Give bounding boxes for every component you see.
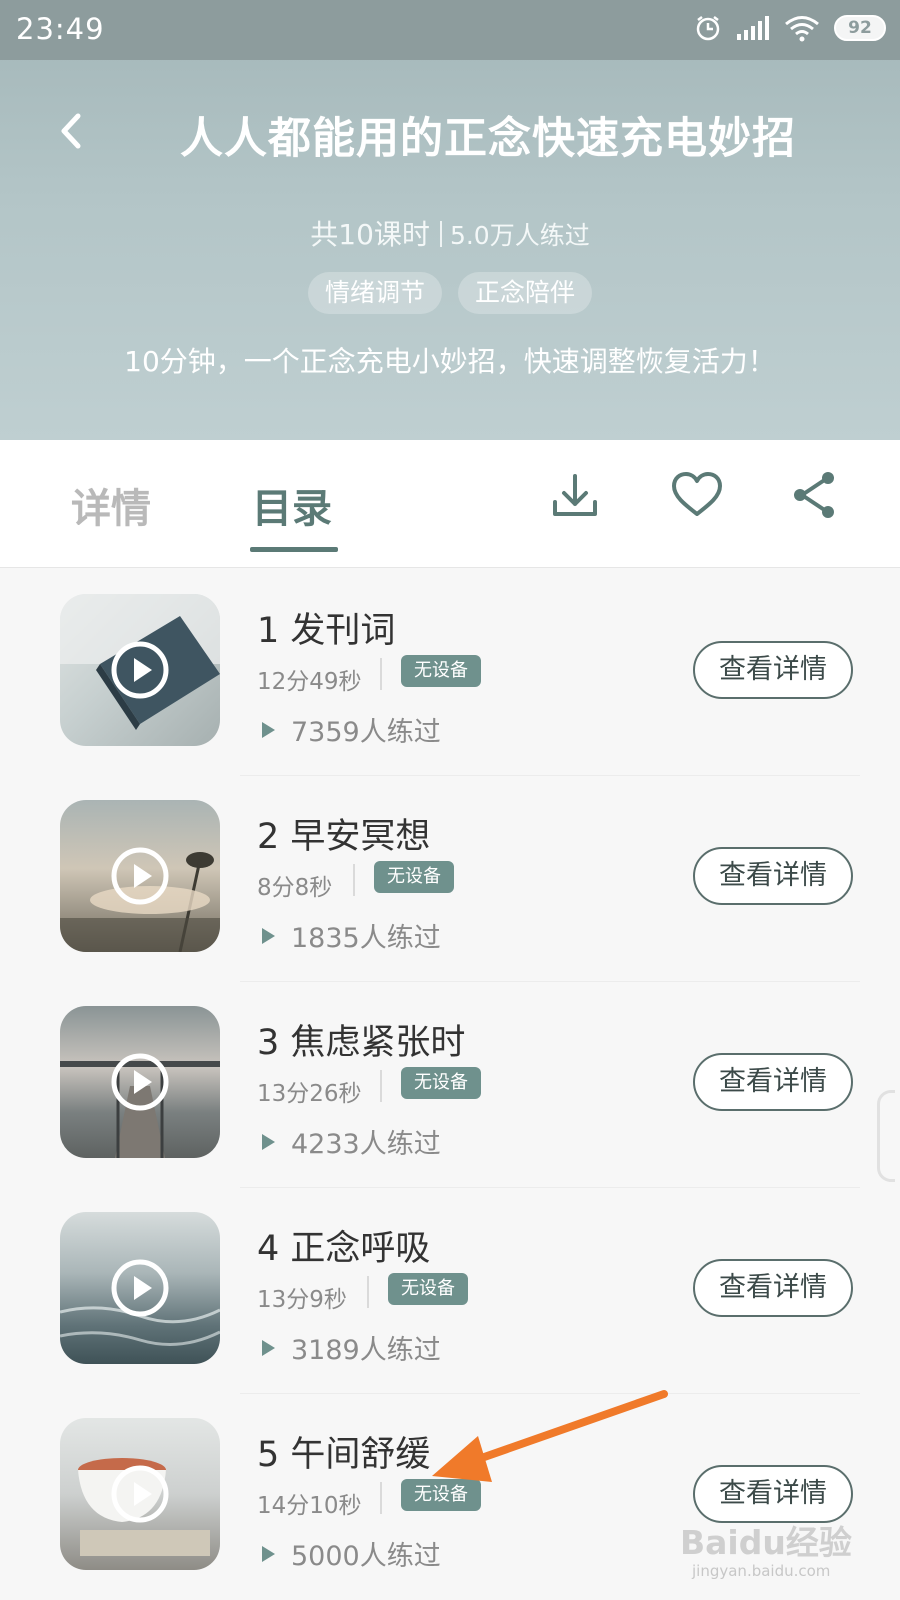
watermark-logo: Baidu经验 (680, 1523, 852, 1562)
tab-catalog[interactable]: 目录 (252, 476, 332, 534)
alarm-icon (696, 16, 720, 41)
meta-divider (353, 864, 355, 896)
lesson-title: 3 焦虑紧张时 (257, 1023, 466, 1063)
lesson-thumbnail[interactable] (60, 594, 220, 746)
back-arrow-icon[interactable] (52, 106, 92, 156)
status-time: 23:49 (16, 12, 105, 46)
lesson-thumbnail[interactable] (60, 1212, 220, 1364)
lesson-item[interactable]: 3 焦虑紧张时 13分26秒 无设备 4233人练过 查看详情 (0, 982, 900, 1188)
course-meta: 共10课时 5.0万人练过 (0, 213, 900, 253)
equipment-badge: 无设备 (401, 1479, 481, 1511)
meta-divider (380, 1482, 382, 1514)
lesson-title: 4 正念呼吸 (257, 1229, 431, 1269)
practice-count: 7359人练过 (262, 710, 441, 749)
view-details-button[interactable]: 查看详情 (693, 1259, 853, 1317)
share-icon[interactable] (788, 468, 842, 522)
play-icon[interactable] (110, 1258, 170, 1318)
play-icon[interactable] (110, 640, 170, 700)
play-triangle-icon (262, 1339, 275, 1356)
course-tags: 情绪调节 正念陪伴 (0, 272, 900, 314)
status-icons: 92 (694, 14, 886, 42)
lesson-duration: 12分49秒 (257, 669, 362, 695)
view-details-button[interactable]: 查看详情 (693, 1465, 853, 1523)
play-triangle-icon (262, 1133, 275, 1150)
equipment-badge: 无设备 (401, 1067, 481, 1099)
download-icon[interactable] (548, 468, 602, 522)
lesson-duration: 13分26秒 (257, 1081, 362, 1107)
equipment-badge: 无设备 (374, 861, 454, 893)
lesson-item[interactable]: 4 正念呼吸 13分9秒 无设备 3189人练过 查看详情 (0, 1188, 900, 1394)
scroll-handle[interactable] (877, 1090, 895, 1182)
lesson-item[interactable]: 1 发刊词 12分49秒 无设备 7359人练过 查看详情 (0, 570, 900, 776)
lesson-thumbnail[interactable] (60, 1418, 220, 1570)
lesson-title: 1 发刊词 (257, 611, 396, 651)
view-details-button[interactable]: 查看详情 (693, 847, 853, 905)
lesson-item[interactable]: 2 早安冥想 8分8秒 无设备 1835人练过 查看详情 (0, 776, 900, 982)
battery-indicator: 92 (834, 15, 886, 41)
practice-count: 5000人练过 (262, 1534, 441, 1573)
lesson-title: 5 午间舒缓 (257, 1435, 431, 1475)
view-details-button[interactable]: 查看详情 (693, 1053, 853, 1111)
play-icon[interactable] (110, 1464, 170, 1524)
course-description: 10分钟，一个正念充电小妙招，快速调整恢复活力！ (124, 345, 776, 378)
play-triangle-icon (262, 927, 275, 944)
watermark-url: jingyan.baidu.com (692, 1562, 831, 1580)
tab-bar: 详情 目录 (0, 440, 900, 568)
course-header: 23:49 92 人人都能用的正念快速充电妙招 共10课时 5.0万人练过 情绪… (0, 0, 900, 440)
play-triangle-icon (262, 1545, 275, 1562)
signal-icon (737, 16, 769, 40)
meta-divider (380, 658, 382, 690)
lesson-duration: 14分10秒 (257, 1493, 362, 1519)
meta-divider (367, 1276, 369, 1308)
meta-divider (439, 221, 442, 247)
lesson-duration: 8分8秒 (257, 875, 333, 901)
course-title: 人人都能用的正念快速充电妙招 (180, 114, 796, 164)
practice-count: 1835人练过 (262, 916, 441, 955)
heart-icon[interactable] (670, 468, 724, 522)
practice-count: 4233人练过 (262, 1122, 441, 1161)
lesson-thumbnail[interactable] (60, 1006, 220, 1158)
practice-count: 3189人练过 (262, 1328, 441, 1367)
course-practice-count: 5.0万人练过 (449, 221, 590, 250)
lesson-title: 2 早安冥想 (257, 817, 431, 857)
tag-mindfulness[interactable]: 正念陪伴 (458, 272, 593, 314)
lessons-count: 共10课时 (310, 218, 430, 251)
wifi-icon (785, 16, 819, 42)
view-details-button[interactable]: 查看详情 (693, 641, 853, 699)
lesson-duration: 13分9秒 (257, 1287, 347, 1313)
tab-detail[interactable]: 详情 (71, 476, 151, 534)
lesson-thumbnail[interactable] (60, 800, 220, 952)
play-icon[interactable] (110, 846, 170, 906)
equipment-badge: 无设备 (388, 1273, 468, 1305)
equipment-badge: 无设备 (401, 655, 481, 687)
active-tab-indicator (250, 547, 338, 552)
meta-divider (380, 1070, 382, 1102)
status-bar: 23:49 92 (0, 0, 900, 60)
play-icon[interactable] (110, 1052, 170, 1112)
tag-emotion[interactable]: 情绪调节 (307, 272, 442, 314)
play-triangle-icon (262, 721, 275, 738)
